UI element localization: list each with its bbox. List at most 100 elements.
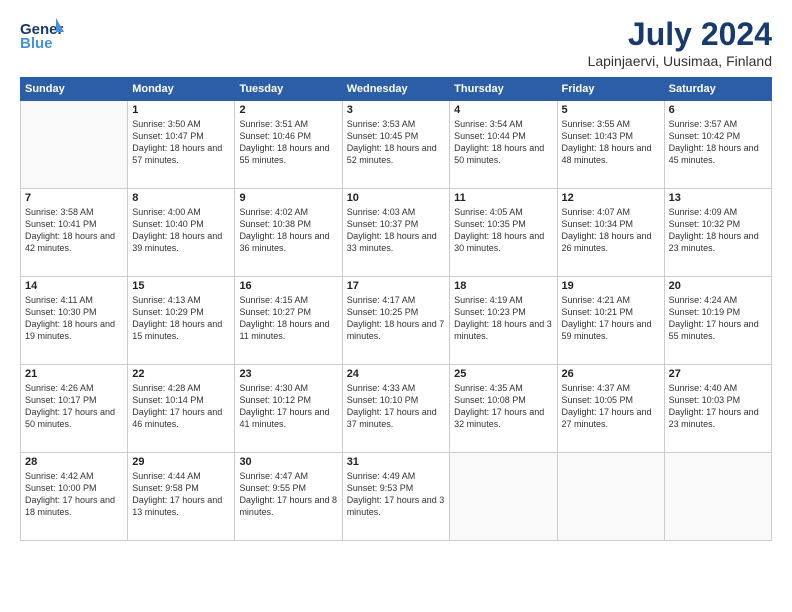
calendar-cell: 30 Sunrise: 4:47 AMSunset: 9:55 PMDayligh… — [235, 453, 342, 541]
day-info: Sunrise: 4:24 AMSunset: 10:19 PMDaylight… — [669, 294, 767, 343]
calendar-cell: 27 Sunrise: 4:40 AMSunset: 10:03 PMDaylig… — [664, 365, 771, 453]
svg-text:Blue: Blue — [20, 35, 53, 52]
week-row-4: 21Sunrise: 4:26 AMSunset: 10:17 PMDaylig… — [21, 365, 772, 453]
calendar-cell: 1 Sunrise: 3:50 AMSunset: 10:47 PMDayligh… — [128, 101, 235, 189]
calendar-cell: 7Sunrise: 3:58 AMSunset: 10:41 PMDayligh… — [21, 189, 128, 277]
day-info: Sunrise: 4:37 AMSunset: 10:05 PMDaylight… — [562, 382, 660, 431]
day-info: Sunrise: 4:21 AMSunset: 10:21 PMDaylight… — [562, 294, 660, 343]
calendar-table: SundayMondayTuesdayWednesdayThursdayFrid… — [20, 77, 772, 541]
day-number: 13 — [669, 192, 767, 204]
day-info: Sunrise: 4:19 AMSunset: 10:23 PMDaylight… — [454, 294, 552, 343]
day-info: Sunrise: 3:54 AMSunset: 10:44 PMDaylight… — [454, 118, 552, 167]
calendar-cell: 23Sunrise: 4:30 AMSunset: 10:12 PMDaylig… — [235, 365, 342, 453]
day-info: Sunrise: 4:15 AMSunset: 10:27 PMDaylight… — [239, 294, 337, 343]
calendar-cell: 25 Sunrise: 4:35 AMSunset: 10:08 PMDaylig… — [450, 365, 557, 453]
day-info: Sunrise: 4:28 AMSunset: 10:14 PMDaylight… — [132, 382, 230, 431]
calendar-cell: 24Sunrise: 4:33 AMSunset: 10:10 PMDaylig… — [342, 365, 449, 453]
calendar-cell: 13 Sunrise: 4:09 AMSunset: 10:32 PMDaylig… — [664, 189, 771, 277]
day-number: 24 — [347, 368, 445, 380]
calendar-cell: 9 Sunrise: 4:02 AMSunset: 10:38 PMDayligh… — [235, 189, 342, 277]
day-number: 10 — [347, 192, 445, 204]
day-number: 8 — [132, 192, 230, 204]
day-header-friday: Friday — [557, 78, 664, 101]
page: General Blue July 2024 Lapinjaervi, Uusi… — [0, 0, 792, 612]
calendar-cell: 12Sunrise: 4:07 AMSunset: 10:34 PMDaylig… — [557, 189, 664, 277]
logo-icon: General Blue — [20, 16, 64, 54]
day-number: 22 — [132, 368, 230, 380]
calendar-cell: 18Sunrise: 4:19 AMSunset: 10:23 PMDaylig… — [450, 277, 557, 365]
day-info: Sunrise: 4:11 AMSunset: 10:30 PMDaylight… — [25, 294, 123, 343]
title-block: July 2024 Lapinjaervi, Uusimaa, Finland — [588, 16, 772, 69]
day-number: 25 — [454, 368, 552, 380]
day-number: 6 — [669, 104, 767, 116]
calendar-cell: 16Sunrise: 4:15 AMSunset: 10:27 PMDaylig… — [235, 277, 342, 365]
calendar-cell: 11 Sunrise: 4:05 AMSunset: 10:35 PMDaylig… — [450, 189, 557, 277]
day-number: 27 — [669, 368, 767, 380]
day-number: 30 — [239, 456, 337, 468]
week-row-1: 1 Sunrise: 3:50 AMSunset: 10:47 PMDayligh… — [21, 101, 772, 189]
day-info: Sunrise: 4:49 AMSunset: 9:53 PMDaylight:… — [347, 470, 445, 519]
day-number: 3 — [347, 104, 445, 116]
calendar-cell: 5 Sunrise: 3:55 AMSunset: 10:43 PMDayligh… — [557, 101, 664, 189]
day-info: Sunrise: 4:02 AMSunset: 10:38 PMDaylight… — [239, 206, 337, 255]
calendar-cell: 19 Sunrise: 4:21 AMSunset: 10:21 PMDaylig… — [557, 277, 664, 365]
day-info: Sunrise: 3:53 AMSunset: 10:45 PMDaylight… — [347, 118, 445, 167]
calendar-cell: 3 Sunrise: 3:53 AMSunset: 10:45 PMDayligh… — [342, 101, 449, 189]
subtitle: Lapinjaervi, Uusimaa, Finland — [588, 53, 772, 69]
day-number: 11 — [454, 192, 552, 204]
day-number: 15 — [132, 280, 230, 292]
calendar-cell — [664, 453, 771, 541]
calendar-cell: 15 Sunrise: 4:13 AMSunset: 10:29 PMDaylig… — [128, 277, 235, 365]
day-number: 19 — [562, 280, 660, 292]
calendar-cell: 14 Sunrise: 4:11 AMSunset: 10:30 PMDaylig… — [21, 277, 128, 365]
day-info: Sunrise: 3:50 AMSunset: 10:47 PMDaylight… — [132, 118, 230, 167]
day-number: 4 — [454, 104, 552, 116]
calendar-cell: 6 Sunrise: 3:57 AMSunset: 10:42 PMDayligh… — [664, 101, 771, 189]
week-row-5: 28Sunrise: 4:42 AMSunset: 10:00 PMDaylig… — [21, 453, 772, 541]
day-number: 5 — [562, 104, 660, 116]
day-info: Sunrise: 4:35 AMSunset: 10:08 PMDaylight… — [454, 382, 552, 431]
day-number: 17 — [347, 280, 445, 292]
calendar-cell: 10 Sunrise: 4:03 AMSunset: 10:37 PMDaylig… — [342, 189, 449, 277]
day-number: 21 — [25, 368, 123, 380]
day-info: Sunrise: 4:47 AMSunset: 9:55 PMDaylight:… — [239, 470, 337, 519]
day-number: 20 — [669, 280, 767, 292]
calendar-cell — [21, 101, 128, 189]
main-title: July 2024 — [588, 16, 772, 53]
day-info: Sunrise: 4:07 AMSunset: 10:34 PMDaylight… — [562, 206, 660, 255]
day-number: 31 — [347, 456, 445, 468]
day-info: Sunrise: 4:13 AMSunset: 10:29 PMDaylight… — [132, 294, 230, 343]
calendar-cell: 22 Sunrise: 4:28 AMSunset: 10:14 PMDaylig… — [128, 365, 235, 453]
day-header-monday: Monday — [128, 78, 235, 101]
day-number: 1 — [132, 104, 230, 116]
day-header-wednesday: Wednesday — [342, 78, 449, 101]
day-info: Sunrise: 3:58 AMSunset: 10:41 PMDaylight… — [25, 206, 123, 255]
day-number: 26 — [562, 368, 660, 380]
week-row-3: 14 Sunrise: 4:11 AMSunset: 10:30 PMDaylig… — [21, 277, 772, 365]
calendar-cell: 8Sunrise: 4:00 AMSunset: 10:40 PMDayligh… — [128, 189, 235, 277]
day-info: Sunrise: 4:05 AMSunset: 10:35 PMDaylight… — [454, 206, 552, 255]
day-info: Sunrise: 3:55 AMSunset: 10:43 PMDaylight… — [562, 118, 660, 167]
calendar-cell — [557, 453, 664, 541]
day-info: Sunrise: 3:57 AMSunset: 10:42 PMDaylight… — [669, 118, 767, 167]
day-info: Sunrise: 4:17 AMSunset: 10:25 PMDaylight… — [347, 294, 445, 343]
day-info: Sunrise: 4:42 AMSunset: 10:00 PMDaylight… — [25, 470, 123, 519]
day-header-saturday: Saturday — [664, 78, 771, 101]
day-info: Sunrise: 4:40 AMSunset: 10:03 PMDaylight… — [669, 382, 767, 431]
day-number: 2 — [239, 104, 337, 116]
day-info: Sunrise: 4:09 AMSunset: 10:32 PMDaylight… — [669, 206, 767, 255]
day-header-sunday: Sunday — [21, 78, 128, 101]
day-info: Sunrise: 4:44 AMSunset: 9:58 PMDaylight:… — [132, 470, 230, 519]
calendar-cell: 4 Sunrise: 3:54 AMSunset: 10:44 PMDayligh… — [450, 101, 557, 189]
day-info: Sunrise: 4:03 AMSunset: 10:37 PMDaylight… — [347, 206, 445, 255]
calendar-cell: 21Sunrise: 4:26 AMSunset: 10:17 PMDaylig… — [21, 365, 128, 453]
day-number: 9 — [239, 192, 337, 204]
day-number: 29 — [132, 456, 230, 468]
day-number: 23 — [239, 368, 337, 380]
day-number: 14 — [25, 280, 123, 292]
day-header-tuesday: Tuesday — [235, 78, 342, 101]
week-row-2: 7Sunrise: 3:58 AMSunset: 10:41 PMDayligh… — [21, 189, 772, 277]
header: General Blue July 2024 Lapinjaervi, Uusi… — [20, 16, 772, 69]
calendar-cell: 29 Sunrise: 4:44 AMSunset: 9:58 PMDayligh… — [128, 453, 235, 541]
calendar-cell: 17 Sunrise: 4:17 AMSunset: 10:25 PMDaylig… — [342, 277, 449, 365]
